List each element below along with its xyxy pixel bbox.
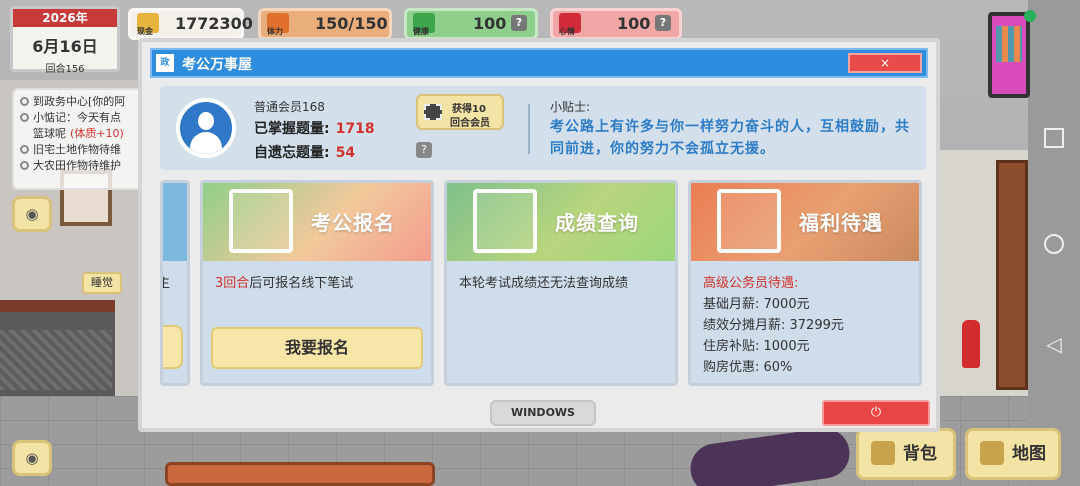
welfare-line: 住房补贴: 1000元: [703, 339, 810, 354]
welfare-line: 绩效分摊月薪: 37299元: [703, 318, 844, 333]
tip-text: 考公路上有许多与你一样努力奋斗的人，互相鼓励，共同前进，你的努力不会孤立无援。: [550, 119, 910, 157]
welfare-line: 购房优惠: 60%: [703, 360, 793, 375]
mood-help-button[interactable]: ?: [655, 15, 671, 31]
welfare-line: 基础月薪: 7000元: [703, 297, 810, 312]
money-stat: 现金 1772300: [128, 8, 253, 40]
magnifier-icon: [473, 189, 537, 253]
round-label: 回合156: [45, 64, 85, 75]
card-partial[interactable]: 主: [160, 180, 190, 386]
list-item[interactable]: 大农田作物待维护: [20, 158, 136, 174]
list-item[interactable]: 旧宅土地作物待维: [20, 142, 136, 158]
close-button[interactable]: ×: [848, 53, 922, 73]
map-button[interactable]: 地图: [965, 428, 1061, 480]
yen-hand-icon: [717, 189, 781, 253]
query-desc: 本轮考试成绩还无法查询成绩: [459, 276, 629, 291]
notification-list: 到政务中心[你的阿 小惦记：今天有点 篮球呢 (体质+10) 旧宅土地作物待维 大…: [12, 88, 144, 190]
money-label: 现金: [137, 27, 153, 36]
stamina-value: 150/150: [315, 14, 388, 33]
power-button[interactable]: ⏻: [822, 400, 930, 426]
home-icon[interactable]: [1044, 234, 1064, 254]
eye-icon: ◉: [25, 205, 39, 223]
health-stat: 健康 100 ?: [404, 8, 538, 40]
date-label: 6月16日: [32, 37, 98, 56]
exam-window: 政 考公万事屋 × 普通会员168 已掌握题量: 1718 自遗忘题量: 54 获得…: [138, 38, 940, 432]
welfare-title: 福利待遇: [799, 211, 883, 235]
id-card-icon: [229, 189, 293, 253]
welfare-heading: 高级公务员待遇:: [703, 276, 799, 291]
divider: [528, 104, 530, 154]
get-membership-button[interactable]: 获得10 回合会员: [416, 94, 504, 130]
avatar: [176, 98, 236, 158]
stamina-label: 体力: [267, 27, 283, 36]
gov-logo-icon: 政: [156, 54, 174, 72]
video-icon: [424, 104, 442, 120]
health-label: 健康: [413, 27, 429, 36]
eye-toggle-button-bottom[interactable]: ◉: [12, 440, 52, 476]
partial-card-button[interactable]: [163, 325, 183, 369]
exam-signup-card: 考公报名 3回合后可报名线下笔试 我要报名: [200, 180, 434, 386]
tip-label: 小贴士:: [550, 100, 591, 114]
bag-button[interactable]: 背包: [856, 428, 956, 480]
health-help-button[interactable]: ?: [511, 15, 527, 31]
windows-button[interactable]: WINDOWS: [490, 400, 596, 426]
sleep-button[interactable]: 睡觉: [82, 272, 122, 294]
bag-icon: [871, 441, 895, 465]
fire-extinguisher: [962, 320, 980, 368]
query-title: 成绩查询: [555, 211, 639, 235]
map-icon: [980, 441, 1004, 465]
year-label: 2026年: [13, 9, 117, 27]
system-nav-bar: ◁: [1028, 0, 1080, 486]
date-card: 2026年 6月16日 回合156: [10, 6, 120, 75]
forgotten-count: 自遗忘题量: 54: [254, 145, 356, 161]
list-item[interactable]: 到政务中心[你的阿: [20, 94, 136, 110]
signup-title: 考公报名: [311, 211, 395, 235]
member-level: 普通会员168: [254, 100, 325, 114]
back-icon[interactable]: ◁: [1044, 334, 1064, 354]
recent-apps-icon[interactable]: [1044, 128, 1064, 148]
door[interactable]: [996, 160, 1028, 390]
mood-label: 心情: [559, 27, 575, 36]
bed-sheet: [0, 330, 112, 390]
bag-label: 背包: [903, 444, 937, 464]
signup-desc: 3回合后可报名线下笔试: [215, 276, 354, 291]
eye-icon: ◉: [25, 449, 39, 467]
list-item[interactable]: 小惦记：今天有点: [20, 110, 136, 126]
eye-toggle-button[interactable]: ◉: [12, 196, 52, 232]
signup-button[interactable]: 我要报名: [211, 327, 423, 369]
window-title: 考公万事屋: [182, 57, 252, 73]
list-item[interactable]: 篮球呢 (体质+10): [20, 126, 136, 142]
member-panel: 普通会员168 已掌握题量: 1718 自遗忘题量: 54 获得10 回合会员 ? …: [160, 86, 926, 170]
window-titlebar: 政 考公万事屋 ×: [150, 48, 928, 78]
welfare-card[interactable]: 福利待遇 高级公务员待遇: 基础月薪: 7000元 绩效分摊月薪: 37299元…: [688, 180, 922, 386]
stamina-stat: 体力 150/150: [258, 8, 392, 40]
member-help-button[interactable]: ?: [416, 142, 432, 158]
bench: [165, 462, 435, 486]
welfare-list: 高级公务员待遇: 基础月薪: 7000元 绩效分摊月薪: 37299元 住房补贴…: [703, 273, 911, 378]
power-icon: ⏻: [870, 405, 882, 420]
money-value: 1772300: [175, 14, 253, 33]
map-label: 地图: [1012, 444, 1046, 464]
mastered-count: 已掌握题量: 1718: [254, 121, 375, 137]
score-query-card[interactable]: 成绩查询 本轮考试成绩还无法查询成绩: [444, 180, 678, 386]
mood-stat: 心情 100 ?: [550, 8, 682, 40]
notification-dot: [1024, 10, 1036, 22]
phone-icon[interactable]: [988, 10, 1036, 98]
